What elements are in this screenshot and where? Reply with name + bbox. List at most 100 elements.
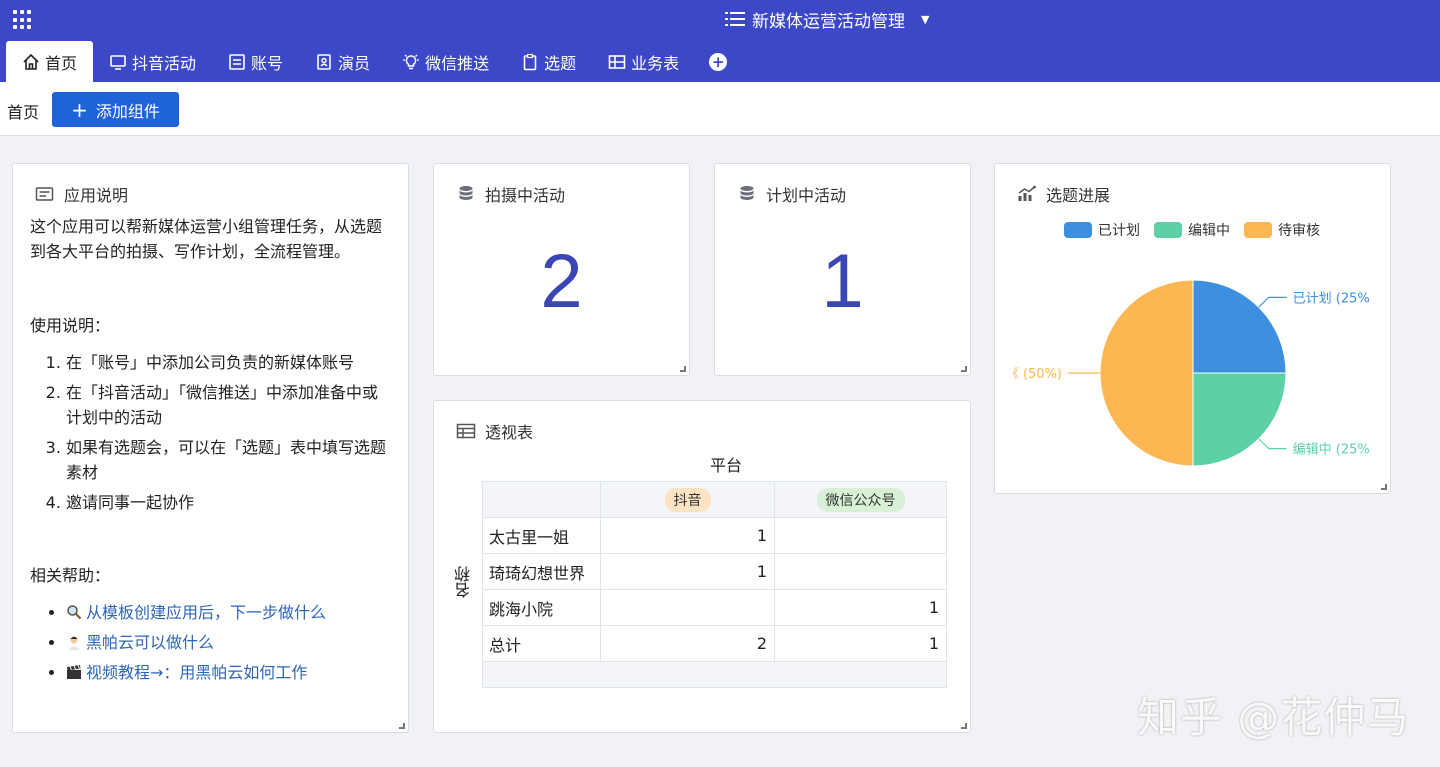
table-cell [774, 553, 947, 590]
card-title: 透视表 [485, 423, 534, 442]
tab-label: 抖音活动 [132, 53, 197, 73]
card-title: 计划中活动 [766, 186, 847, 205]
help-link[interactable]: 从模板创建应用后，下一步做什么 [86, 603, 326, 622]
table-cell: 1 [600, 553, 775, 590]
table-cell [774, 517, 947, 554]
clapper-icon [67, 665, 81, 679]
resize-handle[interactable] [1381, 484, 1387, 490]
resize-handle[interactable] [399, 723, 405, 729]
monitor-icon [110, 54, 126, 70]
planned-activities-card: 计划中活动 1 [714, 163, 971, 376]
person-icon [68, 636, 80, 650]
table-row: 太古里一姐 1 [482, 517, 947, 554]
table-cell: 2 [600, 625, 775, 662]
table-row: 跳海小院 1 [482, 589, 947, 626]
row-label: 总计 [482, 625, 601, 662]
table-row: 琦琦幻想世界 1 [482, 553, 947, 590]
help-links: 从模板创建应用后，下一步做什么 黑帕云可以做什么 视频教程→：用黑帕云如何工作 [30, 600, 392, 685]
top-bar: 新媒体运营活动管理 ▼ 首页 抖音活动 账号 演员 微信推送 选题 业务表 + [0, 0, 1440, 82]
list-item: 在「账号」中添加公司负责的新媒体账号 [66, 350, 392, 375]
intro-paragraph: 这个应用可以帮新媒体运营小组管理任务，从选题到各大平台的拍摄、写作计划，全流程管… [30, 217, 383, 261]
column-header: 抖音 [600, 481, 775, 518]
column-header: 微信公众号 [774, 481, 947, 518]
table-cell: 1 [600, 517, 775, 554]
resize-handle[interactable] [961, 723, 967, 729]
tab-douyin[interactable]: 抖音活动 [93, 41, 212, 82]
app-title[interactable]: 新媒体运营活动管理 ▼ [725, 6, 929, 32]
slice-label: 已计划 (25% [1293, 291, 1370, 306]
pie-slice[interactable] [1192, 372, 1287, 467]
table-cell [600, 589, 775, 626]
contact-icon [317, 53, 331, 70]
bar-chart-icon [1018, 185, 1036, 201]
chart-legend: 已计划 编辑中 待审核 [1064, 220, 1334, 240]
shooting-activities-card: 拍摄中活动 2 [433, 163, 690, 376]
id-card-icon [229, 53, 245, 70]
table-footer-row [482, 661, 947, 688]
resize-handle[interactable] [961, 366, 967, 372]
add-component-button[interactable]: + 添加组件 [52, 92, 179, 127]
card-header: 拍摄中活动 [456, 182, 565, 206]
tab-actors[interactable]: 演员 [299, 41, 386, 82]
table-cell: 1 [774, 589, 947, 626]
corner-cell [482, 481, 601, 518]
list-item: 视频教程→：用黑帕云如何工作 [66, 660, 392, 685]
row-label: 跳海小院 [482, 589, 601, 626]
list-icon [725, 12, 745, 26]
resize-handle[interactable] [680, 366, 686, 372]
platform-tag: 抖音 [664, 487, 711, 512]
slice-label: 《 (50%) [1006, 367, 1062, 382]
usage-steps: 在「账号」中添加公司负责的新媒体账号 在「抖音活动」「微信推送」中添加准备中或计… [30, 350, 392, 515]
tab-business-table[interactable]: 业务表 [592, 41, 695, 82]
usage-title: 使用说明： [30, 316, 111, 335]
list-item: 邀请同事一起协作 [66, 490, 392, 515]
help-link[interactable]: 黑帕云可以做什么 [86, 633, 214, 652]
table-cell: 1 [774, 625, 947, 662]
legend-label: 编辑中 [1188, 223, 1230, 239]
card-header: 选题进展 [1017, 182, 1110, 206]
tab-label: 账号 [251, 53, 284, 73]
intro-content: 这个应用可以帮新媒体运营小组管理任务，从选题到各大平台的拍摄、写作计划，全流程管… [30, 214, 392, 690]
pie-slice[interactable] [1192, 279, 1287, 374]
tab-topics[interactable]: 选题 [505, 41, 592, 82]
table-header-row: 抖音 微信公众号 [482, 481, 947, 518]
list-item: 从模板创建应用后，下一步做什么 [66, 600, 392, 625]
tab-bar: 首页 抖音活动 账号 演员 微信推送 选题 业务表 + [6, 41, 741, 82]
database-icon [459, 186, 473, 200]
help-link[interactable]: 视频教程→：用黑帕云如何工作 [86, 663, 307, 682]
database-icon [740, 186, 754, 200]
legend-swatch [1154, 222, 1182, 238]
plus-circle-icon: + [709, 52, 728, 71]
clipboard-icon [523, 53, 537, 70]
legend-item[interactable]: 编辑中 [1154, 220, 1230, 240]
tab-accounts[interactable]: 账号 [212, 41, 299, 82]
add-tab-button[interactable]: + [695, 41, 741, 82]
pivot-table: 抖音 微信公众号 太古里一姐 1 琦琦幻想世界 1 跳海小院 1 总计 2 1 [482, 481, 947, 688]
legend-label: 待审核 [1278, 223, 1320, 239]
tab-home[interactable]: 首页 [6, 41, 94, 82]
pivot-table-card: 透视表 平台 名称 抖音 微信公众号 太古里一姐 1 琦琦幻想世界 1 跳海小院… [433, 400, 971, 733]
add-component-label: 添加组件 [95, 101, 160, 121]
table-icon [608, 54, 626, 69]
list-item: 在「抖音活动」「微信推送」中添加准备中或计划中的活动 [66, 380, 392, 430]
chevron-down-icon[interactable]: ▼ [921, 13, 929, 26]
table-icon [456, 423, 476, 439]
tab-label: 首页 [45, 53, 78, 73]
tab-label: 微信推送 [425, 53, 490, 73]
row-label: 太古里一姐 [482, 517, 601, 554]
legend-label: 已计划 [1098, 223, 1140, 239]
legend-item[interactable]: 待审核 [1244, 220, 1320, 240]
pie-chart: 已计划 (25% 编辑中 (25% 《 (50%) [1006, 279, 1370, 467]
stat-value: 2 [540, 239, 583, 324]
row-dimension-label: 名称 [454, 566, 473, 598]
home-icon [23, 53, 39, 70]
apps-grid-icon[interactable] [13, 10, 33, 30]
pie-slice[interactable] [1099, 279, 1194, 467]
legend-item[interactable]: 已计划 [1064, 220, 1140, 240]
magnifier-icon [67, 605, 82, 620]
watermark: 知乎 @花仲马 [1137, 693, 1410, 742]
tab-wechat[interactable]: 微信推送 [386, 41, 505, 82]
legend-swatch [1064, 222, 1092, 238]
breadcrumb: 首页 [7, 103, 40, 122]
platform-tag: 微信公众号 [816, 487, 905, 512]
